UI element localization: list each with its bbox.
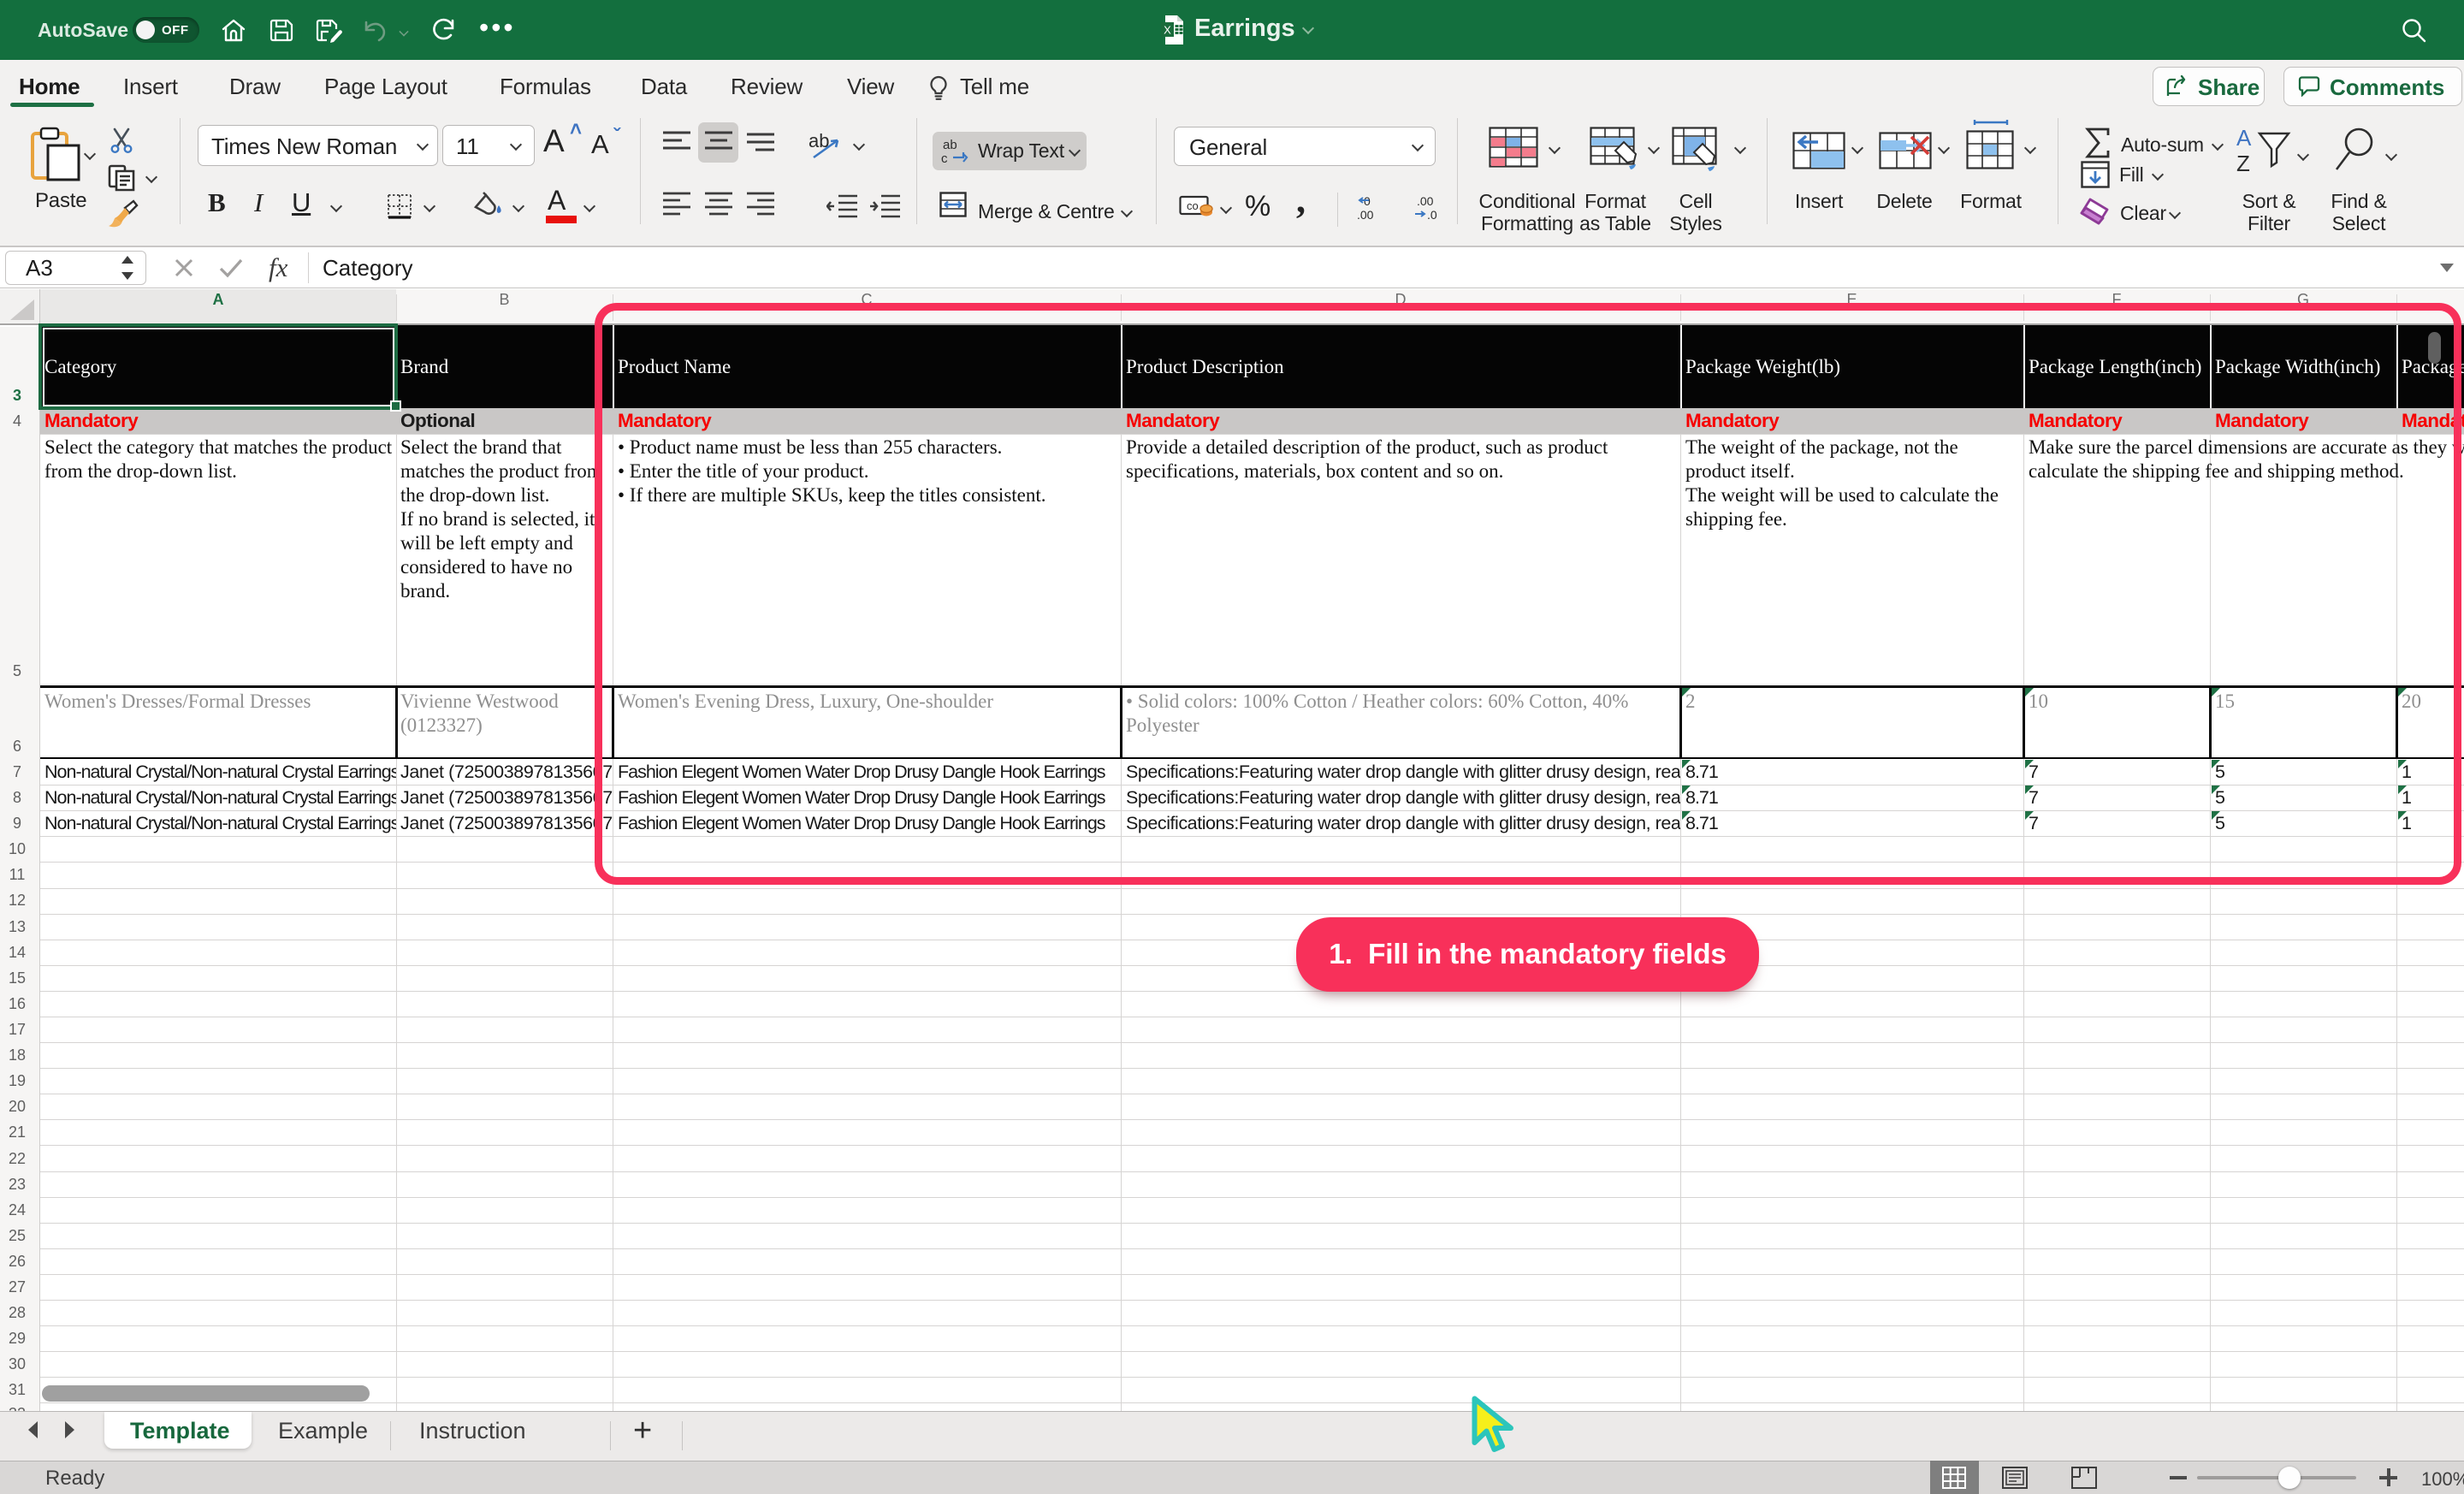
svg-text:.0: .0 bbox=[1427, 208, 1437, 221]
svg-text:.00: .00 bbox=[1417, 195, 1434, 208]
svg-text:.00: .00 bbox=[1357, 208, 1374, 221]
svg-text:c: c bbox=[941, 151, 948, 166]
svg-text:co: co bbox=[1187, 199, 1199, 212]
svg-text:ab: ab bbox=[943, 138, 957, 152]
svg-text:A: A bbox=[2236, 127, 2252, 151]
svg-text:X: X bbox=[1164, 24, 1171, 37]
svg-text:Z: Z bbox=[2236, 151, 2250, 176]
svg-text:0: 0 bbox=[1364, 195, 1371, 208]
